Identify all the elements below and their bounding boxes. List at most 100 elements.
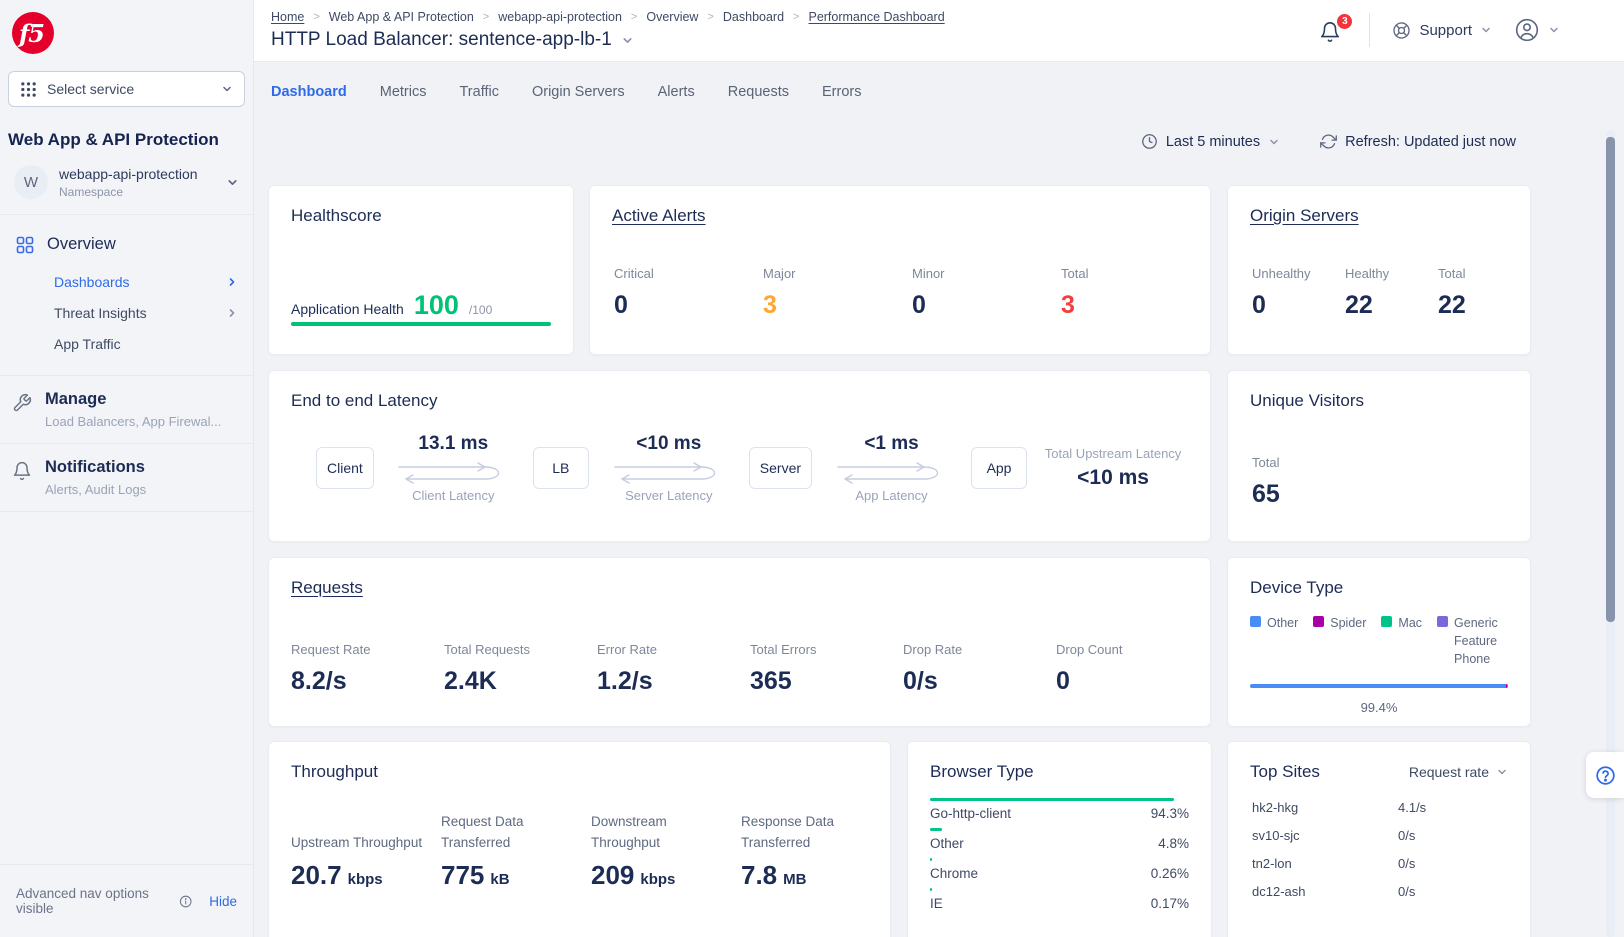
- advanced-nav-text: Advanced nav options visible: [16, 886, 172, 916]
- sidebar-item-notifications[interactable]: Notifications Alerts, Audit Logs: [0, 444, 253, 511]
- top-header: Home > Web App & API Protection > webapp-a…: [254, 0, 1624, 62]
- overview-nav-block: Overview Dashboards Threat Insights App …: [0, 215, 253, 375]
- origin-metric-healthy: Healthy 22: [1345, 266, 1438, 320]
- unique-visitors-title: Unique Visitors: [1250, 391, 1508, 411]
- active-alerts-link[interactable]: Active Alerts: [612, 206, 706, 226]
- metric-value: 8.2/s: [291, 667, 444, 696]
- refresh-button[interactable]: Refresh: Updated just now: [1320, 133, 1516, 150]
- top-sites-card: Top Sites Request rate hk2-hkg 4.1/s sv1…: [1227, 741, 1531, 937]
- tab-traffic[interactable]: Traffic: [459, 84, 498, 100]
- latency-node-server: Server: [749, 447, 812, 489]
- chevron-down-icon[interactable]: [621, 34, 634, 47]
- requests-link[interactable]: Requests: [291, 578, 363, 598]
- top-sites-metric-selector[interactable]: Request rate: [1409, 764, 1508, 780]
- notifications-bell-button[interactable]: 3: [1319, 17, 1347, 43]
- breadcrumb-separator: >: [707, 11, 713, 23]
- browser-bar: [930, 828, 942, 831]
- browser-label: Chrome: [930, 866, 978, 882]
- metric-value: 3: [1061, 291, 1210, 320]
- scrollbar-track[interactable]: [1606, 130, 1615, 937]
- help-button[interactable]: [1586, 752, 1624, 798]
- user-account-menu[interactable]: [1514, 17, 1560, 43]
- tab-origin-servers[interactable]: Origin Servers: [532, 84, 625, 100]
- healthscore-title: Healthscore: [291, 206, 551, 226]
- scrollbar-thumb[interactable]: [1606, 137, 1615, 622]
- sidebar-item-label: Dashboards: [54, 274, 130, 290]
- metric-value: 775: [441, 860, 484, 891]
- chevron-down-icon: [1496, 766, 1508, 778]
- sidebar-item-manage[interactable]: Manage Load Balancers, App Firewal...: [0, 376, 253, 443]
- refresh-status-label: Refresh: Updated just now: [1345, 134, 1516, 150]
- namespace-selector[interactable]: W webapp-api-protection Namespace: [8, 165, 245, 214]
- latency-card: End to end Latency Client 13.1 ms Client…: [268, 370, 1211, 542]
- metric-value: 2.4K: [444, 667, 597, 696]
- metric-value: 3: [763, 291, 912, 320]
- breadcrumb-item[interactable]: Dashboard: [723, 10, 784, 24]
- support-menu[interactable]: Support: [1392, 21, 1492, 40]
- browser-bar: [930, 858, 932, 861]
- breadcrumb-item[interactable]: Web App & API Protection: [329, 10, 474, 24]
- sidebar-item-dashboards[interactable]: Dashboards: [8, 266, 245, 297]
- tab-requests[interactable]: Requests: [728, 84, 789, 100]
- chevron-down-icon: [1268, 136, 1280, 148]
- site-value: 4.1/s: [1398, 800, 1426, 815]
- application-health-label: Application Health: [291, 301, 404, 317]
- latency-hop-server: <10 ms Server Latency: [589, 433, 749, 503]
- metric-label: Downstream Throughput: [591, 808, 731, 854]
- metric-label: Total Errors: [750, 642, 903, 657]
- hop-label: Server Latency: [589, 488, 749, 503]
- site-value: 0/s: [1398, 884, 1415, 899]
- legend-swatch: [1437, 616, 1448, 627]
- breadcrumb-item[interactable]: webapp-api-protection: [498, 10, 622, 24]
- metric-label: Healthy: [1345, 266, 1438, 281]
- metric-value: 0: [1252, 291, 1345, 320]
- tab-metrics[interactable]: Metrics: [380, 84, 427, 100]
- hop-value: <10 ms: [589, 433, 749, 455]
- breadcrumb-separator: >: [631, 11, 637, 23]
- sidebar: f5 Select service Web App & API Protecti…: [0, 0, 254, 937]
- browser-value: 4.8%: [1158, 836, 1189, 852]
- sidebar-item-threat-insights[interactable]: Threat Insights: [8, 297, 245, 328]
- top-sites-title: Top Sites: [1250, 762, 1320, 782]
- throughput-metric-upstream: Upstream Throughput 20.7kbps: [291, 808, 441, 891]
- browser-bar: [930, 888, 932, 891]
- breadcrumb-item[interactable]: Overview: [646, 10, 698, 24]
- total-latency-value: <10 ms: [1043, 466, 1183, 490]
- metric-value: 0/s: [903, 667, 1056, 696]
- f5-logo[interactable]: f5: [12, 12, 54, 54]
- overview-label: Overview: [47, 235, 116, 254]
- metric-value: 209: [591, 860, 634, 891]
- wrench-icon: [12, 393, 32, 413]
- latency-title: End to end Latency: [291, 391, 1188, 411]
- tab-dashboard[interactable]: Dashboard: [271, 84, 347, 100]
- device-bar-segment: [1507, 684, 1508, 688]
- origin-servers-link[interactable]: Origin Servers: [1250, 206, 1359, 226]
- metric-label: Error Rate: [597, 642, 750, 657]
- metric-value: 1.2/s: [597, 667, 750, 696]
- overview-grid-icon: [16, 236, 34, 254]
- select-service-dropdown[interactable]: Select service: [8, 71, 245, 107]
- request-metric-drop-rate: Drop Rate 0/s: [903, 642, 1056, 696]
- hide-advanced-nav-link[interactable]: Hide: [209, 894, 237, 909]
- throughput-title: Throughput: [291, 762, 868, 782]
- legend-swatch: [1250, 616, 1261, 627]
- breadcrumb-home[interactable]: Home: [271, 10, 304, 24]
- alert-metric-total: Total 3: [1061, 266, 1210, 320]
- sidebar-item-app-traffic[interactable]: App Traffic: [8, 328, 245, 359]
- namespace-label: Namespace: [59, 185, 198, 199]
- tab-errors[interactable]: Errors: [822, 84, 861, 100]
- sidebar-item-overview[interactable]: Overview: [8, 227, 245, 262]
- time-range-selector[interactable]: Last 5 minutes: [1141, 133, 1280, 150]
- metric-value: 20.7: [291, 860, 342, 891]
- browser-row: Go-http-client94.3%: [930, 798, 1189, 822]
- browser-label: Other: [930, 836, 964, 852]
- chevron-down-icon: [221, 83, 233, 95]
- browser-value: 0.17%: [1151, 896, 1189, 912]
- tab-alerts[interactable]: Alerts: [658, 84, 695, 100]
- hop-label: Client Latency: [374, 488, 533, 503]
- legend-label: Other: [1267, 614, 1298, 632]
- alert-metric-critical: Critical 0: [614, 266, 763, 320]
- breadcrumb-current: Performance Dashboard: [808, 10, 944, 24]
- origin-metric-total: Total 22: [1438, 266, 1531, 320]
- alert-metric-major: Major 3: [763, 266, 912, 320]
